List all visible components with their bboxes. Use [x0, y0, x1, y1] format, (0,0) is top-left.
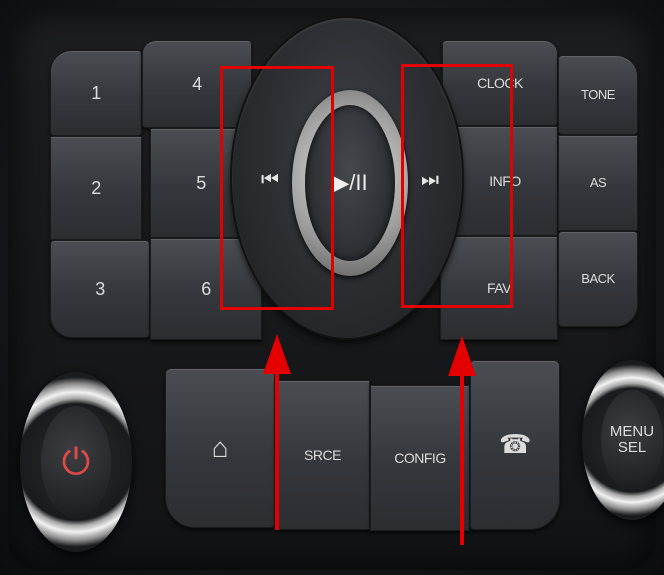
tone-button[interactable]: TONE: [558, 55, 638, 135]
car-radio-panel-photo: 1 2 3 4 5 6 CLOCK INFO FAV TONE AS BACK …: [0, 0, 664, 575]
tone-label: TONE: [581, 87, 615, 103]
seek-next-button[interactable]: ⏭: [400, 140, 460, 220]
power-knob-cap: ⏻: [41, 406, 111, 518]
preset-3-label: 3: [95, 278, 105, 299]
home-button[interactable]: ⌂: [165, 368, 275, 528]
back-button[interactable]: BACK: [558, 231, 638, 327]
home-icon: ⌂: [211, 432, 229, 464]
preset-3-button[interactable]: 3: [50, 240, 150, 338]
power-volume-knob[interactable]: ⏻: [20, 372, 132, 552]
preset-1-label: 1: [91, 82, 101, 103]
clock-label: CLOCK: [477, 74, 523, 91]
as-button[interactable]: AS: [558, 135, 638, 231]
fav-button[interactable]: FAV: [440, 236, 558, 340]
config-label: CONFIG: [394, 449, 446, 466]
source-button[interactable]: SRCE: [275, 380, 370, 530]
preset-6-label: 6: [201, 278, 211, 299]
info-button[interactable]: INFO: [452, 126, 558, 236]
seek-previous-icon: ⏮: [261, 168, 279, 191]
info-label: INFO: [489, 172, 521, 189]
power-icon: ⏻: [61, 441, 91, 482]
preset-4-label: 4: [192, 73, 202, 94]
preset-5-label: 5: [196, 172, 206, 193]
config-button[interactable]: CONFIG: [370, 385, 470, 531]
seek-next-icon: ⏭: [421, 168, 439, 191]
phone-mute-button[interactable]: ☎: [470, 360, 560, 530]
preset-1-button[interactable]: 1: [50, 50, 142, 136]
clock-button[interactable]: CLOCK: [442, 40, 558, 126]
menu-select-label: MENU SEL: [601, 390, 663, 490]
as-label: AS: [589, 175, 607, 191]
fav-label: FAV: [487, 279, 511, 296]
preset-2-label: 2: [91, 177, 101, 198]
source-label: SRCE: [304, 446, 341, 463]
preset-4-button[interactable]: 4: [142, 40, 252, 128]
preset-2-button[interactable]: 2: [50, 136, 142, 240]
play-pause-button[interactable]: ▶/II: [305, 105, 395, 261]
back-label: BACK: [581, 271, 615, 287]
phone-mute-icon: ☎: [499, 429, 531, 460]
seek-previous-button[interactable]: ⏮: [240, 140, 300, 220]
play-pause-icon: ▶/II: [332, 170, 368, 195]
